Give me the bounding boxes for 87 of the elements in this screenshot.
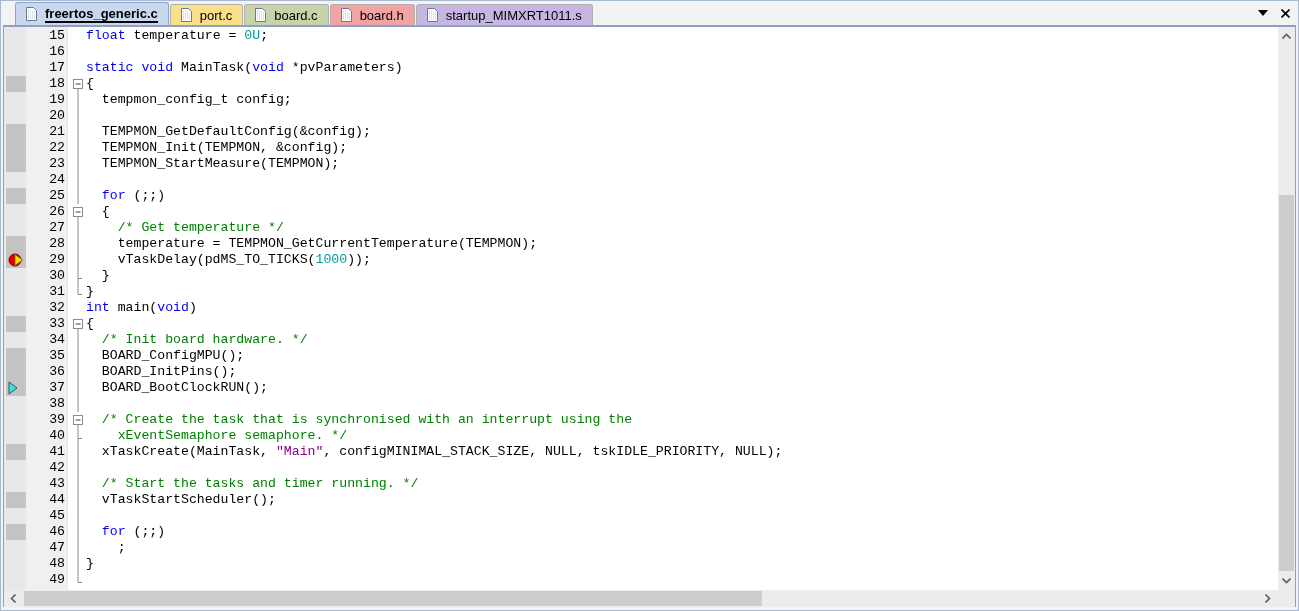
line-number: 42 xyxy=(49,460,65,476)
line-number: 49 xyxy=(49,572,65,588)
line-number: 19 xyxy=(49,92,65,108)
line-number: 47 xyxy=(49,540,65,556)
line-number: 32 xyxy=(49,300,65,316)
code-line: /* Create the task that is synchronised with an interrupt using the xyxy=(100,412,633,428)
code-line: BOARD_ConfigMPU(); xyxy=(100,348,245,364)
line-number: 30 xyxy=(49,268,65,284)
code-line: } xyxy=(86,556,94,572)
file-tab[interactable]: startup_MIMXRT1011.s xyxy=(415,4,593,25)
line-number: 25 xyxy=(49,188,65,204)
line-number: 16 xyxy=(49,44,65,60)
code-line: BOARD_InitPins(); xyxy=(100,364,237,380)
vertical-scrollbar[interactable] xyxy=(1278,27,1295,590)
code-line: { xyxy=(100,204,110,220)
code-line: for (;;) xyxy=(100,524,166,540)
code-line: float temperature = 0U; xyxy=(86,28,269,44)
code-line: } xyxy=(86,284,94,300)
fold-collapse-icon[interactable] xyxy=(73,412,83,428)
file-tab[interactable]: board.h xyxy=(329,4,415,25)
file-icon xyxy=(26,7,37,21)
file-icon xyxy=(426,8,438,22)
line-number: 23 xyxy=(49,156,65,172)
line-number: 15 xyxy=(49,28,65,44)
file-icon xyxy=(180,8,192,22)
scroll-up-icon[interactable] xyxy=(1282,33,1291,39)
line-number: 24 xyxy=(49,172,65,188)
code-line: TEMPMON_GetDefaultConfig(&config); xyxy=(100,124,371,140)
code-line: { xyxy=(86,76,94,92)
file-tab[interactable]: board.c xyxy=(244,4,329,25)
code-line: int main(void) xyxy=(86,300,197,316)
file-icon xyxy=(255,8,267,22)
tab-list-dropdown-button[interactable] xyxy=(1258,8,1268,18)
line-number: 34 xyxy=(49,332,65,348)
line-number: 43 xyxy=(49,476,65,492)
code-line: TEMPMON_StartMeasure(TEMPMON); xyxy=(100,156,340,172)
horizontal-scrollbar[interactable] xyxy=(4,590,1295,607)
close-button[interactable] xyxy=(1280,8,1290,18)
line-number: 31 xyxy=(49,284,65,300)
line-number: 18 xyxy=(49,76,65,92)
code-line: ; xyxy=(116,540,126,556)
file-tab[interactable]: port.c xyxy=(169,4,244,25)
fold-collapse-icon[interactable] xyxy=(73,316,83,332)
code-line: BOARD_BootClockRUN(); xyxy=(100,380,269,396)
code-line: vTaskDelay(pdMS_TO_TICKS(1000)); xyxy=(116,252,371,268)
line-number: 28 xyxy=(49,236,65,252)
scrollbar-thumb[interactable] xyxy=(1279,195,1294,571)
line-number: 35 xyxy=(49,348,65,364)
line-number: 26 xyxy=(49,204,65,220)
line-number: 36 xyxy=(49,364,65,380)
file-tab[interactable]: freertos_generic.c xyxy=(15,2,169,25)
code-line: temperature = TEMPMON_GetCurrentTemperature(TEMPMON); xyxy=(116,236,538,252)
line-number: 46 xyxy=(49,524,65,540)
line-number: 33 xyxy=(49,316,65,332)
line-number: 45 xyxy=(49,508,65,524)
line-number: 37 xyxy=(49,380,65,396)
code-line: static void MainTask(void *pvParameters) xyxy=(86,60,403,76)
code-line: /* Init board hardware. */ xyxy=(100,332,308,348)
code-line: xTaskCreate(MainTask, "Main", configMINIMAL_STACK_SIZE, NULL, tskIDLE_PRIORITY, NULL); xyxy=(100,444,783,460)
code-line: tempmon_config_t config; xyxy=(100,92,292,108)
line-number: 29 xyxy=(49,252,65,268)
line-number: 20 xyxy=(49,108,65,124)
code-line: vTaskStartScheduler(); xyxy=(100,492,276,508)
scroll-down-icon[interactable] xyxy=(1282,578,1291,584)
line-number: 22 xyxy=(49,140,65,156)
line-number: 38 xyxy=(49,396,65,412)
scrollbar-thumb[interactable] xyxy=(24,591,762,606)
line-number: 40 xyxy=(49,428,65,444)
line-number: 44 xyxy=(49,492,65,508)
scroll-right-icon[interactable] xyxy=(1265,594,1271,603)
code-line: { xyxy=(86,316,94,332)
code-line: /* Get temperature */ xyxy=(116,220,284,236)
line-number: 39 xyxy=(49,412,65,428)
fold-collapse-icon[interactable] xyxy=(73,204,83,220)
code-line: TEMPMON_Init(TEMPMON, &config); xyxy=(100,140,348,156)
line-number: 27 xyxy=(49,220,65,236)
line-number: 17 xyxy=(49,60,65,76)
line-number: 41 xyxy=(49,444,65,460)
code-line: xEventSemaphore semaphore. */ xyxy=(116,428,348,444)
file-icon xyxy=(340,8,352,22)
line-number: 48 xyxy=(49,556,65,572)
code-line: /* Start the tasks and timer running. */ xyxy=(100,476,419,492)
fold-collapse-icon[interactable] xyxy=(73,76,83,92)
line-number: 21 xyxy=(49,124,65,140)
code-line: for (;;) xyxy=(100,188,166,204)
scroll-left-icon[interactable] xyxy=(10,594,16,603)
code-line: } xyxy=(100,268,110,284)
